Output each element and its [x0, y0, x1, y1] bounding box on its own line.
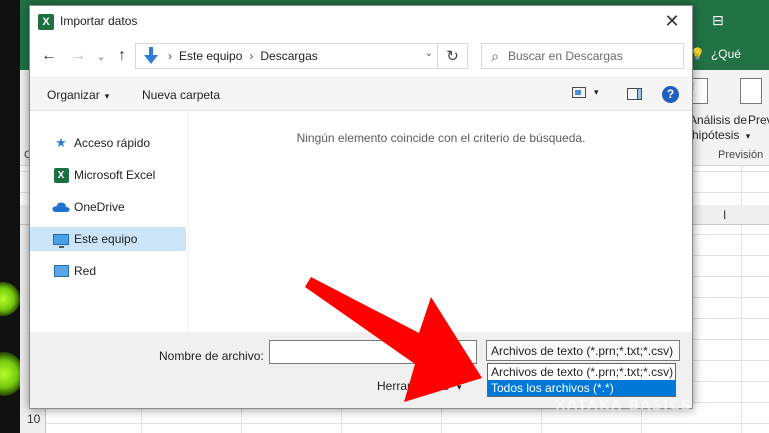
breadcrumb-separator: › — [249, 49, 254, 63]
breadcrumb-este-equipo[interactable]: Este equipo — [179, 49, 242, 63]
tell-me-label: ¿Qué — [710, 47, 741, 61]
excel-icon: X — [52, 166, 70, 184]
sidebar-item-acceso-rapido[interactable]: ★ Acceso rápido — [30, 131, 186, 155]
view-icon — [572, 87, 586, 98]
chevron-down-icon: ⌄ — [96, 50, 106, 63]
breadcrumb-separator: › — [168, 49, 172, 63]
file-list[interactable]: Ningún elemento coincide con el criterio… — [188, 111, 692, 332]
tools-button[interactable]: Herramientas ▾ — [377, 379, 462, 393]
preview-pane-icon[interactable] — [627, 88, 642, 100]
cloud-icon — [52, 198, 70, 216]
back-button[interactable]: ← — [38, 45, 60, 67]
up-button[interactable]: ↑ — [111, 45, 133, 67]
empty-message: Ningún elemento coincide con el criterio… — [296, 131, 586, 145]
dialog-title: Importar datos — [60, 14, 138, 28]
navigation-bar: ← → ⌄ ↑ › Este equipo › Descargas ⌄ ↻ ⌕ — [30, 37, 692, 77]
network-icon — [52, 262, 70, 280]
search-icon: ⌕ — [491, 47, 499, 64]
change-view-button[interactable]: ▾ — [572, 87, 599, 98]
filename-label: Nombre de archivo: — [159, 349, 264, 363]
arrow-right-icon: → — [70, 47, 86, 64]
breadcrumb-descargas[interactable]: Descargas — [260, 49, 317, 63]
what-if-label-2[interactable]: hipótesis ▾ — [692, 128, 750, 142]
sidebar-item-este-equipo[interactable]: Este equipo — [30, 227, 186, 251]
forward-button[interactable]: → — [67, 45, 89, 67]
ribbon-group-label: Previsión — [718, 149, 764, 161]
file-type-dropdown-list: Archivos de texto (*.prn;*.txt;*.csv) To… — [487, 363, 676, 397]
file-type-option-text[interactable]: Archivos de texto (*.prn;*.txt;*.csv) — [488, 364, 675, 380]
computer-download-icon — [141, 46, 161, 66]
sidebar-item-red[interactable]: Red — [30, 259, 186, 283]
import-data-dialog: X Importar datos ✕ ← → ⌄ ↑ › Este equipo… — [29, 5, 693, 409]
navigation-pane: ★ Acceso rápido X Microsoft Excel OneDri… — [30, 111, 188, 332]
sidebar-item-onedrive[interactable]: OneDrive — [30, 195, 186, 219]
chevron-down-icon: ▾ — [594, 87, 599, 97]
star-icon: ★ — [55, 135, 67, 150]
close-icon: ✕ — [664, 11, 680, 31]
chevron-down-icon: ▾ — [457, 382, 462, 392]
recent-locations-button[interactable]: ⌄ — [90, 45, 112, 67]
chevron-down-icon: ▾ — [745, 131, 751, 141]
ribbon-display-icon[interactable]: ⊟ — [712, 12, 724, 29]
excel-app-icon: X — [38, 14, 54, 30]
column-header-i[interactable]: I — [723, 208, 726, 222]
chevron-down-icon[interactable]: ⌄ — [425, 48, 433, 59]
computer-icon — [52, 230, 70, 248]
forecast-label[interactable]: Prev — [748, 113, 769, 127]
dialog-footer: Nombre de archivo: Archivos de texto (*.… — [30, 332, 692, 408]
watermark: XATAKA BASICS — [555, 398, 692, 414]
command-bar: Organizar ▾ Nueva carpeta ▾ ? — [30, 77, 692, 111]
file-type-select[interactable]: Archivos de texto (*.prn;*.txt;*.csv) — [486, 340, 680, 361]
organize-button[interactable]: Organizar ▾ — [47, 88, 109, 102]
tell-me-box[interactable]: 💡 ¿Qué — [690, 47, 741, 61]
search-box[interactable]: ⌕ — [481, 43, 684, 69]
chevron-down-icon: ▾ — [104, 91, 110, 101]
sidebar-item-microsoft-excel[interactable]: X Microsoft Excel — [30, 163, 186, 187]
new-folder-button[interactable]: Nueva carpeta — [142, 88, 220, 102]
row-header-10[interactable]: 10 — [27, 412, 40, 426]
file-type-option-all[interactable]: Todos los archivos (*.*) — [488, 380, 675, 396]
what-if-label[interactable]: Análisis de — [689, 113, 747, 127]
forecast-sheet-icon[interactable] — [740, 78, 762, 104]
arrow-left-icon: ← — [41, 47, 57, 64]
close-button[interactable]: ✕ — [652, 6, 692, 37]
search-input[interactable] — [508, 49, 678, 63]
address-bar[interactable]: › Este equipo › Descargas ⌄ ↻ — [135, 43, 468, 69]
dialog-titlebar: X Importar datos ✕ — [30, 6, 692, 37]
arrow-up-icon: ↑ — [118, 47, 126, 64]
help-icon[interactable]: ? — [662, 86, 679, 103]
filename-input[interactable] — [269, 340, 477, 364]
refresh-icon: ↻ — [446, 48, 459, 65]
refresh-button[interactable]: ↻ — [437, 44, 467, 68]
